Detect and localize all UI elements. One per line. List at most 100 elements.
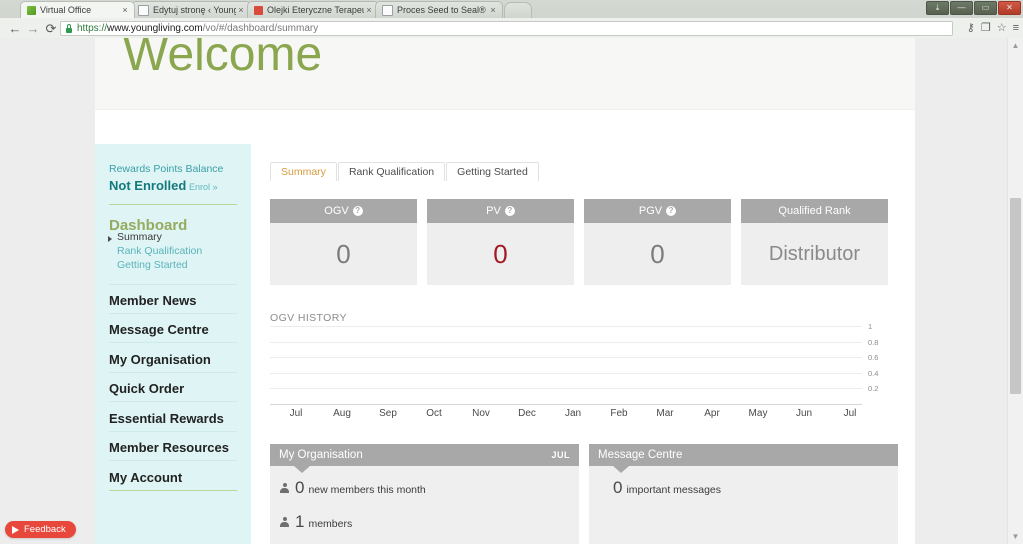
chart-title: OGV HISTORY <box>270 312 347 324</box>
help-icon[interactable]: ? <box>504 206 515 216</box>
chart-gridline <box>270 372 862 374</box>
maximize-icon: ▭ <box>981 3 990 12</box>
chart-x-tick: Apr <box>704 408 720 419</box>
chart-x-tick: Feb <box>610 408 628 419</box>
sidebar-item-message-centre[interactable]: Message Centre <box>109 322 209 337</box>
panel-title: Message Centre <box>598 449 683 461</box>
image-icon <box>254 5 263 15</box>
url-scheme: https:// <box>77 23 108 34</box>
key-icon[interactable]: ⚷ <box>967 23 975 34</box>
chart-x-tick: Oct <box>426 408 442 419</box>
list-item: 0 important messages <box>599 478 898 498</box>
browser-tab-title: Edytuj stronę ‹ Young Liv <box>153 5 236 15</box>
window-minimize-button[interactable]: — <box>950 1 973 15</box>
scrollbar-thumb[interactable] <box>1010 198 1021 394</box>
enrol-link[interactable]: Enrol » <box>189 182 218 192</box>
chart-y-tick: 0.8 <box>868 337 879 347</box>
sidebar-item-quick-order[interactable]: Quick Order <box>109 381 184 396</box>
window-controls: ⤓ — ▭ ✕ <box>926 1 1021 15</box>
window-close-button[interactable]: ✕ <box>998 1 1021 15</box>
forward-icon[interactable]: → <box>24 22 42 35</box>
sidebar-item-my-account[interactable]: My Account <box>109 470 182 485</box>
chart-x-tick: Jan <box>564 408 582 419</box>
chart-y-tick: 1 <box>868 322 873 331</box>
reload-icon[interactable]: ⟳ <box>42 22 60 35</box>
browser-tab-0[interactable]: Virtual Office × <box>20 1 135 18</box>
stat-card-value: 0 <box>427 223 574 285</box>
browser-tab-close-icon[interactable]: × <box>120 5 130 15</box>
sidebar-item-summary[interactable]: Summary <box>117 231 162 243</box>
sidebar-item-member-news[interactable]: Member News <box>109 293 196 308</box>
secure-lock-icon <box>65 24 73 33</box>
tab-rank-qualification[interactable]: Rank Qualification <box>337 162 446 181</box>
chart-plot-area: 1 0.8 0.6 0.4 0.2 Jul Aug Sep Oct Nov De… <box>270 322 878 419</box>
browser-tab-1[interactable]: Edytuj stronę ‹ Young Liv × <box>131 1 251 18</box>
chart-x-tick: Aug <box>333 408 351 419</box>
sidebar-item-my-organisation[interactable]: My Organisation <box>109 352 211 367</box>
scroll-up-icon[interactable]: ▲ <box>1008 38 1023 53</box>
tab-summary[interactable]: Summary <box>270 162 337 181</box>
page-scrollbar[interactable]: ▲ ▼ <box>1007 38 1023 544</box>
chart-y-tick: 0.2 <box>868 384 879 394</box>
browser-tab-3[interactable]: Proces Seed to Seal® – c… × <box>375 1 503 18</box>
content-tabs: Summary Rank Qualification Getting Start… <box>270 162 540 181</box>
sidebar-divider <box>109 313 237 314</box>
tab-label: Getting Started <box>457 166 528 178</box>
chart-x-tick: Jun <box>795 408 813 419</box>
tab-getting-started[interactable]: Getting Started <box>446 162 539 181</box>
sidebar-divider <box>109 490 237 491</box>
help-icon[interactable]: ? <box>352 206 363 216</box>
back-icon[interactable]: ← <box>6 22 24 35</box>
browser-tab-close-icon[interactable]: × <box>364 5 374 15</box>
panel-header: My Organisation JUL <box>270 444 579 466</box>
browser-tab-close-icon[interactable]: × <box>236 5 246 15</box>
translate-icon[interactable]: ❐ <box>981 23 991 34</box>
sidebar-divider <box>109 431 237 432</box>
tab-label: Summary <box>281 166 326 178</box>
person-icon <box>280 516 289 528</box>
sidebar-item-member-resources[interactable]: Member Resources <box>109 440 229 455</box>
rewards-status: Not Enrolled <box>109 178 187 193</box>
panel-month-badge: JUL <box>551 450 570 460</box>
panel-pointer-icon <box>613 466 629 473</box>
stat-card-ogv: OGV ? 0 <box>270 199 417 285</box>
sidebar-item-getting-started[interactable]: Getting Started <box>117 259 188 271</box>
feedback-button[interactable]: Feedback <box>5 521 76 538</box>
url-domain: www.youngliving.com <box>107 23 203 34</box>
browser-tab-2[interactable]: Olejki Eteryczne Terapeut × <box>247 1 379 18</box>
sidebar-item-rank-qualification[interactable]: Rank Qualification <box>117 245 202 257</box>
browser-toolbar: ← → ⟳ https://www.youngliving.com/vo/#/d… <box>0 18 1023 39</box>
sidebar-divider <box>109 460 237 461</box>
sidebar-item-essential-rewards[interactable]: Essential Rewards <box>109 411 224 426</box>
main-content: Summary Rank Qualification Getting Start… <box>251 144 915 544</box>
panel-title: My Organisation <box>279 449 363 461</box>
bookmark-star-icon[interactable]: ☆ <box>997 23 1007 34</box>
help-icon[interactable]: ? <box>666 206 677 216</box>
address-bar[interactable]: https://www.youngliving.com/vo/#/dashboa… <box>60 21 953 36</box>
stat-card-pgv: PGV ? 0 <box>584 199 731 285</box>
stat-card-header: PV ? <box>427 199 574 223</box>
stat-card-value: 0 <box>270 223 417 285</box>
browser-tab-title: Proces Seed to Seal® – c… <box>397 5 488 15</box>
window-maximize-button[interactable]: ▭ <box>974 1 997 15</box>
sidebar-divider <box>109 401 237 402</box>
browser-tab-close-icon[interactable]: × <box>488 5 498 15</box>
browser-tabstrip: Virtual Office × Edytuj stronę ‹ Young L… <box>0 0 1023 18</box>
window-restore-button[interactable]: ⤓ <box>926 1 949 15</box>
summary-panels: My Organisation JUL 0 new members this m… <box>270 444 898 544</box>
scroll-down-icon[interactable]: ▼ <box>1008 529 1023 544</box>
chart-x-tick: Sep <box>379 408 397 419</box>
new-tab-button[interactable] <box>504 2 532 18</box>
page-viewport: Welcome Rewards Points Balance Not Enrol… <box>0 38 1023 544</box>
sidebar-divider <box>109 284 237 285</box>
menu-hamburger-icon[interactable]: ≡ <box>1013 23 1019 34</box>
stat-card-title: PV <box>486 205 501 217</box>
stat-card-qualified-rank: Qualified Rank Distributor <box>741 199 888 285</box>
panel-pointer-icon <box>294 466 310 473</box>
panel-message-centre: Message Centre 0 important messages <box>589 444 898 544</box>
panel-header: Message Centre <box>589 444 898 466</box>
stat-card-title: PGV <box>638 205 663 217</box>
stat-number: 1 <box>295 512 305 531</box>
chart-x-axis <box>270 404 862 405</box>
play-triangle-icon <box>12 525 19 534</box>
